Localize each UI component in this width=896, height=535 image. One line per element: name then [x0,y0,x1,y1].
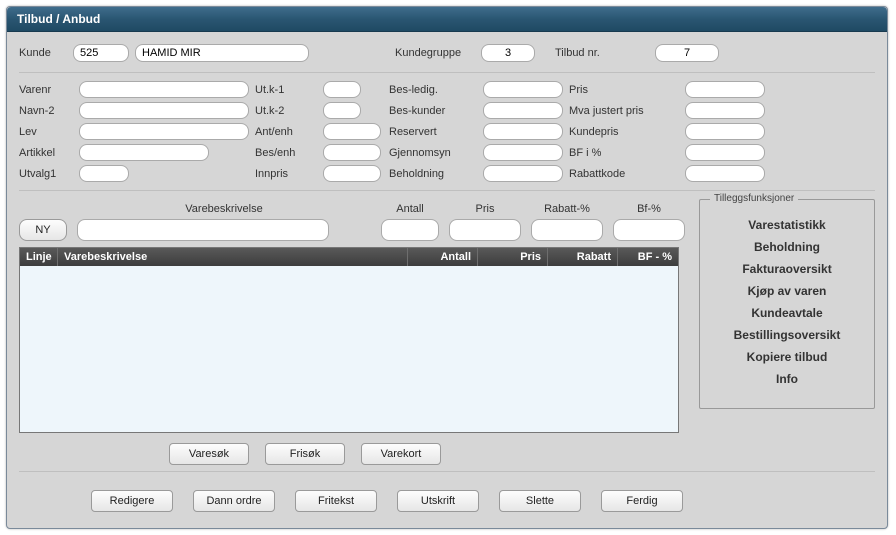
detail-fields: Varenr Ut.k-1 Bes-ledig. Pris Navn-2 Ut.… [19,81,875,182]
tilleggsfunksjoner-box: Tilleggsfunksjoner Varestatistikk Behold… [699,199,875,409]
beholdning-input[interactable] [483,165,563,182]
customer-row: Kunde Kundegruppe Tilbud nr. [19,44,875,62]
rabattkode-label: Rabattkode [569,168,679,180]
rabattkode-input[interactable] [685,165,765,182]
mva-label: Mva justert pris [569,105,679,117]
redigere-button[interactable]: Redigere [91,490,173,512]
pris-input[interactable] [685,81,765,98]
reservert-label: Reservert [389,126,477,138]
window-title: Tilbud / Anbud [7,7,887,32]
beskunder-label: Bes-kunder [389,105,477,117]
varenr-input[interactable] [79,81,249,98]
lines-grid[interactable]: Linje Varebeskrivelse Antall Pris Rabatt… [19,247,679,433]
side-link-info[interactable]: Info [708,372,866,386]
ferdig-button[interactable]: Ferdig [601,490,683,512]
slette-button[interactable]: Slette [499,490,581,512]
utk2-label: Ut.k-2 [255,105,317,117]
kundepris-input[interactable] [685,123,765,140]
side-link-kopiere[interactable]: Kopiere tilbud [708,350,866,364]
col-varebeskrivelse: Varebeskrivelse [58,248,408,266]
rabatt-input[interactable] [531,219,603,241]
kunde-nr-input[interactable] [73,44,129,62]
artikkel-label: Artikkel [19,147,73,159]
utk1-label: Ut.k-1 [255,84,317,96]
beskunder-input[interactable] [483,102,563,119]
side-link-beholdning[interactable]: Beholdning [708,240,866,254]
reservert-input[interactable] [483,123,563,140]
utskrift-button[interactable]: Utskrift [397,490,479,512]
innpris-input[interactable] [323,165,381,182]
innpris-label: Innpris [255,168,317,180]
mid-button-row: Varesøk Frisøk Varekort [169,443,685,465]
mva-input[interactable] [685,102,765,119]
besledig-input[interactable] [483,81,563,98]
bfi-label: BF i % [569,147,679,159]
side-legend: Tilleggsfunksjoner [710,193,798,204]
gjennomsyn-label: Gjennomsyn [389,147,477,159]
kunde-navn-input[interactable] [135,44,309,62]
navn2-label: Navn-2 [19,105,73,117]
side-link-kjop[interactable]: Kjøp av varen [708,284,866,298]
varebeskrivelse-input[interactable] [77,219,329,241]
col-linje: Linje [20,248,58,266]
artikkel-input[interactable] [79,144,209,161]
antenh-label: Ant/enh [255,126,317,138]
bottom-button-row: Redigere Dann ordre Fritekst Utskrift Sl… [91,490,875,512]
pris-label: Pris [569,84,679,96]
antall-input[interactable] [381,219,439,241]
ny-button[interactable]: NY [19,219,67,241]
divider-3 [19,471,875,472]
side-link-fakturaoversikt[interactable]: Fakturaoversikt [708,262,866,276]
varebeskrivelse-header: Varebeskrivelse [185,203,262,215]
dannordre-button[interactable]: Dann ordre [193,490,275,512]
beholdning-label: Beholdning [389,168,477,180]
varekort-button[interactable]: Varekort [361,443,441,465]
frisok-button[interactable]: Frisøk [265,443,345,465]
col-antall: Antall [408,248,478,266]
side-link-kundeavtale[interactable]: Kundeavtale [708,306,866,320]
col-pris: Pris [478,248,548,266]
tilbudnr-label: Tilbud nr. [555,47,625,59]
col-bf: BF - % [618,248,678,266]
grid-body[interactable] [20,266,678,433]
fritekst-button[interactable]: Fritekst [295,490,377,512]
lev-input[interactable] [79,123,249,140]
col-rabatt: Rabatt [548,248,618,266]
pris-entry-input[interactable] [449,219,521,241]
kundegruppe-label: Kundegruppe [395,47,481,59]
antenh-input[interactable] [323,123,381,140]
navn2-input[interactable] [79,102,249,119]
utvalg1-label: Utvalg1 [19,168,73,180]
varenr-label: Varenr [19,84,73,96]
side-link-bestillingsoversikt[interactable]: Bestillingsoversikt [708,328,866,342]
tilbudnr-input[interactable] [655,44,719,62]
besledig-label: Bes-ledig. [389,84,477,96]
tilbud-anbud-window: Tilbud / Anbud Kunde Kundegruppe Tilbud … [6,6,888,529]
bf-header: Bf-% [637,203,661,215]
antall-header: Antall [396,203,424,215]
kunde-label: Kunde [19,47,73,59]
utk2-input[interactable] [323,102,361,119]
divider-2 [19,190,875,191]
line-entry-row: NY Varebeskrivelse Antall Pris [19,203,685,241]
kundegruppe-input[interactable] [481,44,535,62]
utk1-input[interactable] [323,81,361,98]
bf-input[interactable] [613,219,685,241]
grid-header: Linje Varebeskrivelse Antall Pris Rabatt… [20,248,678,266]
pris-header: Pris [476,203,495,215]
besenh-label: Bes/enh [255,147,317,159]
varesok-button[interactable]: Varesøk [169,443,249,465]
kundepris-label: Kundepris [569,126,679,138]
side-link-varestatistikk[interactable]: Varestatistikk [708,218,866,232]
gjennomsyn-input[interactable] [483,144,563,161]
rabatt-header: Rabatt-% [544,203,590,215]
utvalg1-input[interactable] [79,165,129,182]
divider-1 [19,72,875,73]
lev-label: Lev [19,126,73,138]
bfi-input[interactable] [685,144,765,161]
besenh-input[interactable] [323,144,381,161]
